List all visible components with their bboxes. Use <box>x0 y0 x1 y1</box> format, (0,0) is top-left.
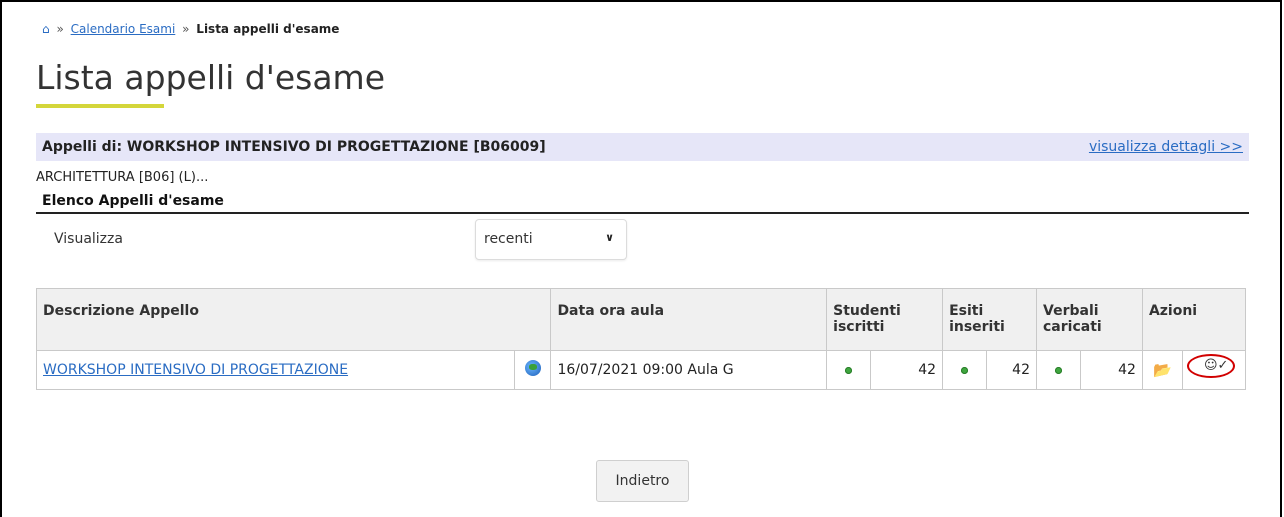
table-header-row: Descrizione Appello Data ora aula Studen… <box>35 288 1247 351</box>
header-studenti: Studenti iscritti <box>826 288 944 351</box>
appello-link[interactable]: WORKSHOP INTENSIVO DI PROGETTAZIONE <box>43 362 348 378</box>
title-underline <box>36 104 164 108</box>
cell-descrizione: WORKSHOP INTENSIVO DI PROGETTAZIONE <box>35 350 516 390</box>
visualizza-label: Visualizza <box>54 231 123 247</box>
status-dot-icon <box>1054 367 1062 374</box>
globe-icon <box>524 360 541 376</box>
visualizza-select-value: recenti <box>484 231 533 247</box>
section-divider <box>36 212 1249 214</box>
page-title: Lista appelli d'esame <box>36 58 385 97</box>
header-data: Data ora aula <box>550 288 828 351</box>
chevron-down-icon: ∨ <box>605 231 614 244</box>
breadcrumb-link-calendario[interactable]: Calendario Esami <box>71 22 176 36</box>
home-icon[interactable]: ⌂ <box>42 22 50 36</box>
header-azioni: Azioni <box>1141 288 1247 351</box>
user-check-icon: ☺✓ <box>1203 358 1229 373</box>
cell-verbali-status <box>1036 350 1081 390</box>
table-row: WORKSHOP INTENSIVO DI PROGETTAZIONE 16/0… <box>35 350 1247 390</box>
cell-verbali-count: 42 <box>1079 350 1143 390</box>
cell-studenti-status <box>826 350 872 390</box>
header-descrizione: Descrizione Appello <box>35 288 552 351</box>
cds-text: ARCHITETTURA [B06] (L)... <box>36 170 209 185</box>
cell-studenti-count: 42 <box>870 350 944 390</box>
breadcrumb-separator: » <box>182 22 190 36</box>
verbalize-action-button[interactable]: ☺✓ <box>1186 354 1237 381</box>
appelli-title: Appelli di: WORKSHOP INTENSIVO DI PROGET… <box>42 139 546 155</box>
breadcrumb-current: Lista appelli d'esame <box>196 22 340 36</box>
visualizza-select[interactable]: recenti ∨ <box>475 219 627 260</box>
back-button[interactable]: Indietro <box>596 460 689 502</box>
status-dot-icon <box>845 367 853 374</box>
open-folder-icon[interactable]: 📂 <box>1153 361 1172 379</box>
cell-verbalize-action: ☺✓ <box>1181 350 1247 390</box>
cell-data: 16/07/2021 09:00 Aula G <box>550 350 828 390</box>
appelli-header-bar: Appelli di: WORKSHOP INTENSIVO DI PROGET… <box>36 133 1249 161</box>
breadcrumb: ⌂ » Calendario Esami » Lista appelli d'e… <box>42 22 339 36</box>
breadcrumb-separator: » <box>56 22 64 36</box>
cell-esiti-status <box>942 350 988 390</box>
elenco-title: Elenco Appelli d'esame <box>42 193 224 209</box>
appelli-table: Descrizione Appello Data ora aula Studen… <box>35 288 1247 390</box>
header-verbali: Verbali caricati <box>1036 288 1143 351</box>
cell-folder-action: 📂 <box>1141 350 1183 390</box>
cell-esiti-count: 42 <box>986 350 1037 390</box>
details-link[interactable]: visualizza dettagli >> <box>1089 139 1243 155</box>
cell-globe <box>514 350 552 390</box>
status-dot-icon <box>961 367 969 374</box>
header-esiti: Esiti inseriti <box>942 288 1037 351</box>
